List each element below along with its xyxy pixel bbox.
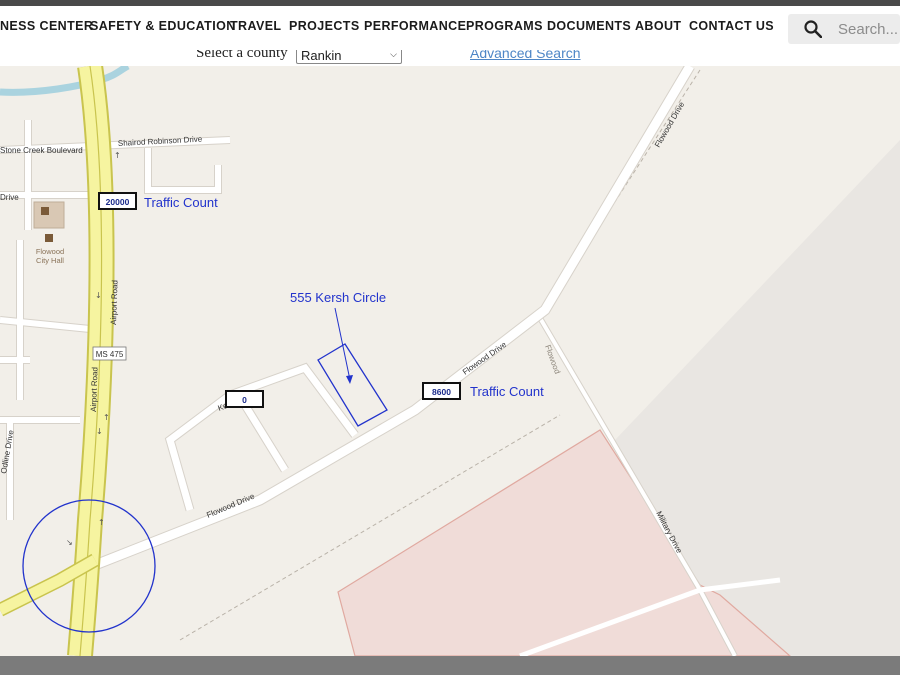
street-label-drive: Drive (0, 193, 19, 202)
advanced-search-link[interactable]: Advanced Search (470, 50, 581, 61)
nav-item-safety-education[interactable]: SAFETY & EDUCATION (90, 19, 236, 33)
street-label-stone-creek: Stone Creek Boulevard (0, 146, 83, 155)
route-shield-label: MS 475 (96, 350, 124, 359)
traffic-count-value-2: 8600 (432, 387, 451, 397)
county-selector-bar: Select a county Rankin ⌵ Advanced Search (0, 50, 900, 66)
svg-text:↓: ↓ (95, 291, 102, 300)
map-view[interactable]: ↑↓↓ ↑↑↘ Flowood City Hall Stone Creek Bo… (0, 66, 900, 656)
nav-item-documents[interactable]: DOCUMENTS (547, 19, 631, 33)
nav-item-travel[interactable]: TRAVEL (230, 19, 281, 33)
search-input[interactable] (838, 18, 898, 40)
nav-item-business-center[interactable]: NESS CENTER (0, 19, 93, 33)
nav-item-projects[interactable]: PROJECTS (289, 19, 360, 33)
traffic-count-value-1: 20000 (106, 197, 130, 207)
site-label: 555 Kersh Circle (290, 290, 386, 305)
window-bottom-strip (0, 656, 900, 675)
nav-item-performance[interactable]: PERFORMANCE (364, 19, 466, 33)
svg-text:↑: ↑ (114, 151, 121, 160)
svg-text:↑: ↑ (98, 518, 105, 527)
search-box[interactable] (788, 14, 900, 44)
city-hall-icon-2 (45, 234, 53, 242)
traffic-count-label-2: Traffic Count (470, 384, 544, 399)
main-navigation: NESS CENTER SAFETY & EDUCATION TRAVEL PR… (0, 6, 900, 50)
street-label-airport-lower: Airport Road (89, 367, 100, 412)
nav-item-contact-us[interactable]: CONTACT US (689, 19, 774, 33)
kersh-count-value: 0 (242, 395, 247, 405)
chevron-down-icon: ⌵ (390, 50, 397, 59)
city-hall-icon (41, 207, 49, 215)
svg-text:↓: ↓ (96, 427, 103, 436)
traffic-count-label-1: Traffic Count (144, 195, 218, 210)
city-hall-label-line1: Flowood (36, 247, 64, 256)
nav-item-programs[interactable]: PROGRAMS (466, 19, 543, 33)
search-icon[interactable] (804, 20, 822, 38)
county-select-value: Rankin (301, 50, 342, 63)
county-select-label: Select a county (196, 50, 288, 61)
city-hall-label-line2: City Hall (36, 256, 64, 265)
nav-item-about[interactable]: ABOUT (635, 19, 681, 33)
county-select[interactable]: Rankin ⌵ (296, 50, 402, 64)
svg-text:↘: ↘ (66, 538, 73, 547)
street-label-airport-upper: Airport Road (109, 280, 120, 325)
svg-text:↑: ↑ (103, 413, 110, 422)
